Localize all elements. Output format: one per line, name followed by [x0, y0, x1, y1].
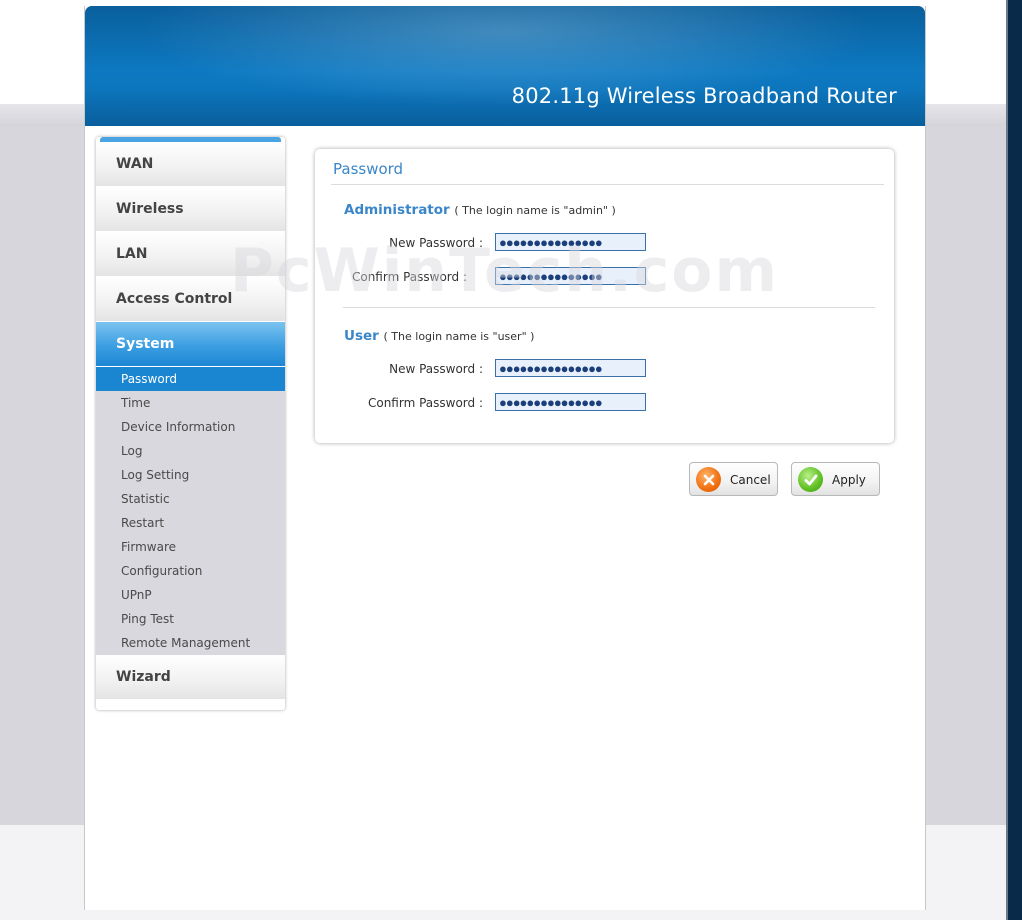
user-confirm-password-label: Confirm Password : — [367, 396, 483, 410]
submenu-item-log[interactable]: Log — [96, 439, 285, 463]
apply-button[interactable]: Apply — [791, 462, 880, 496]
cancel-button[interactable]: Cancel — [689, 462, 778, 496]
apply-label: Apply — [832, 473, 866, 487]
panel-title: Password — [333, 160, 404, 178]
window-edge — [1006, 0, 1022, 920]
user-heading: User — [344, 328, 379, 344]
router-page: 802.11g Wireless Broadband Router WAN Wi… — [84, 6, 926, 910]
admin-heading: Administrator — [344, 202, 450, 218]
submenu-item-ping-test[interactable]: Ping Test — [96, 607, 285, 631]
admin-new-password-field[interactable] — [495, 233, 646, 251]
admin-login-note: ( The login name is "admin" ) — [454, 204, 616, 217]
menu-item-wan[interactable]: WAN — [96, 142, 285, 187]
header-banner: 802.11g Wireless Broadband Router — [85, 6, 925, 126]
checkmark-icon — [798, 467, 823, 492]
user-new-password-label: New Password : — [389, 362, 483, 376]
section-divider — [343, 307, 875, 308]
cancel-label: Cancel — [730, 473, 771, 487]
submenu-item-device-information[interactable]: Device Information — [96, 415, 285, 439]
submenu-item-restart[interactable]: Restart — [96, 511, 285, 535]
submenu-item-upnp[interactable]: UPnP — [96, 583, 285, 607]
user-section-title: User ( The login name is "user" ) — [344, 328, 534, 344]
password-panel: Password Administrator ( The login name … — [315, 149, 894, 443]
menu-item-wizard[interactable]: Wizard — [96, 655, 285, 700]
submenu-item-remote-management[interactable]: Remote Management — [96, 631, 285, 655]
submenu-item-firmware[interactable]: Firmware — [96, 535, 285, 559]
user-confirm-password-field[interactable] — [495, 393, 646, 411]
submenu-item-log-setting[interactable]: Log Setting — [96, 463, 285, 487]
cancel-icon — [696, 467, 721, 492]
user-login-note: ( The login name is "user" ) — [383, 330, 535, 343]
submenu-item-statistic[interactable]: Statistic — [96, 487, 285, 511]
admin-confirm-password-label: Confirm Password : — [351, 270, 467, 284]
admin-section-title: Administrator ( The login name is "admin… — [344, 202, 616, 218]
submenu-item-time[interactable]: Time — [96, 391, 285, 415]
menu-item-access-control[interactable]: Access Control — [96, 277, 285, 322]
admin-new-password-label: New Password : — [389, 236, 483, 250]
system-submenu: Password Time Device Information Log Log… — [96, 367, 285, 655]
submenu-item-password[interactable]: Password — [96, 367, 285, 391]
menu-item-lan[interactable]: LAN — [96, 232, 285, 277]
submenu-item-configuration[interactable]: Configuration — [96, 559, 285, 583]
sidebar-nav: WAN Wireless LAN Access Control System P… — [96, 137, 285, 710]
router-title: 802.11g Wireless Broadband Router — [511, 84, 897, 108]
admin-confirm-password-field[interactable] — [495, 267, 646, 285]
menu-item-wireless[interactable]: Wireless — [96, 187, 285, 232]
user-new-password-field[interactable] — [495, 359, 646, 377]
title-divider — [331, 184, 884, 185]
menu-item-system[interactable]: System — [96, 322, 285, 367]
